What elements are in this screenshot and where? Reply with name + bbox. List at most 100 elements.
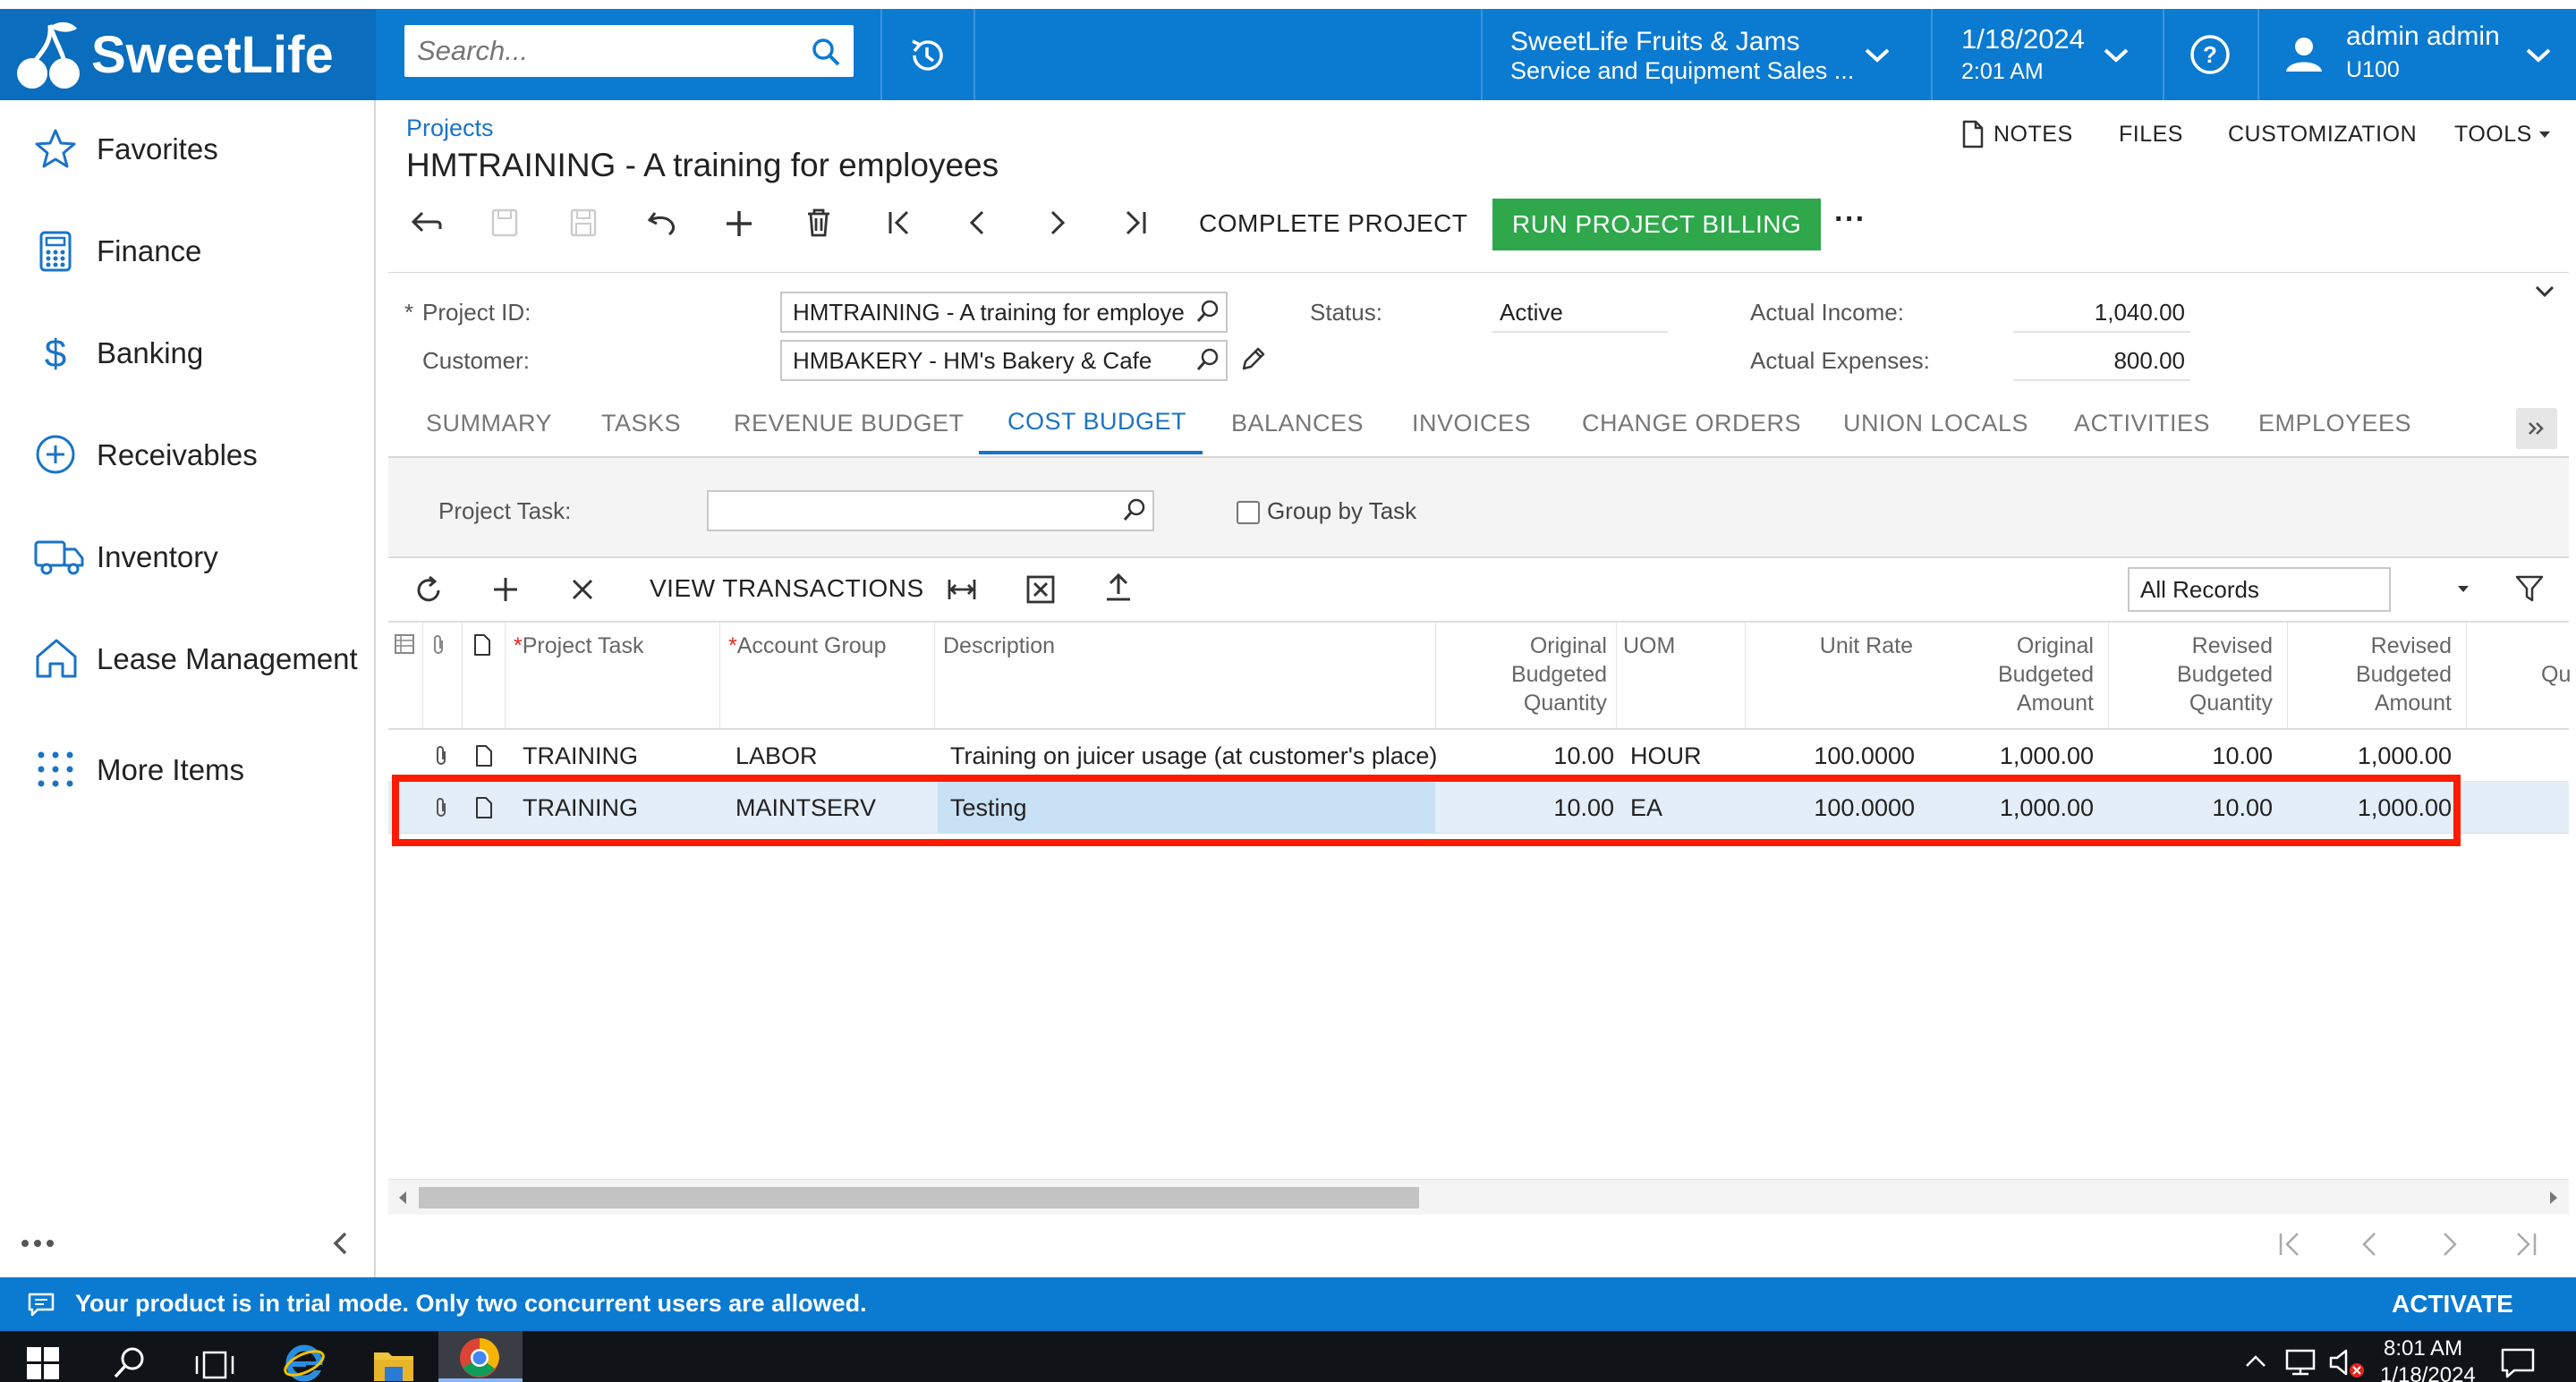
delete-row-icon[interactable] (571, 578, 594, 601)
last-record-icon[interactable] (1122, 209, 1149, 236)
tools-menu[interactable]: TOOLS (2454, 122, 2550, 148)
next-page-icon[interactable] (2437, 1231, 2461, 1258)
delete-icon[interactable] (805, 208, 832, 238)
app-logo[interactable]: SweetLife (0, 9, 376, 100)
col-header-revised-budgeted-amount[interactable]: Revised Budgeted Amount (2289, 632, 2452, 717)
records-filter-select[interactable]: All Records (2128, 567, 2391, 612)
col-header-revised-budgeted-quantity[interactable]: Revised Budgeted Quantity (2110, 632, 2273, 717)
horizontal-scrollbar[interactable] (388, 1179, 2569, 1215)
chevron-up-icon[interactable] (2244, 1354, 2267, 1369)
first-page-icon[interactable] (2276, 1231, 2303, 1258)
search-box[interactable] (404, 25, 854, 77)
notification-icon[interactable] (2500, 1347, 2536, 1379)
add-row-icon[interactable] (492, 576, 519, 603)
col-header-original-budgeted-quantity[interactable]: Original Budgeted Quantity (1442, 632, 1607, 717)
chevron-down-icon[interactable] (2525, 47, 2552, 64)
fit-columns-icon[interactable] (947, 578, 977, 601)
tab-cost-budget[interactable]: COST BUDGET (1007, 408, 1186, 436)
col-header-original-budgeted-amount[interactable]: Original Budgeted Amount (1931, 632, 2094, 717)
volume-muted-icon[interactable] (2328, 1347, 2366, 1379)
sidebar-item-lease-management[interactable]: Lease Management (0, 610, 376, 699)
search-icon[interactable] (811, 37, 841, 67)
date-selector[interactable]: 1/18/2024 2:01 AM (1961, 23, 2085, 85)
prev-page-icon[interactable] (2359, 1231, 2382, 1258)
sidebar-item-banking[interactable]: $ Banking (0, 304, 376, 394)
tab-union-locals[interactable]: UNION LOCALS (1843, 410, 2028, 437)
scroll-right-icon[interactable] (2548, 1191, 2559, 1205)
activate-button[interactable]: ACTIVATE (2392, 1290, 2513, 1318)
clock-time[interactable]: 8:01 AM (2384, 1336, 2462, 1361)
chrome-taskbar-item[interactable] (438, 1331, 523, 1382)
search-input[interactable] (404, 25, 780, 77)
cell-account-group[interactable]: LABOR (735, 742, 818, 770)
project-task-filter-field[interactable] (707, 490, 1154, 531)
breadcrumb[interactable]: Projects (406, 114, 494, 142)
user-avatar-icon[interactable] (2284, 34, 2324, 73)
sidebar-item-favorites[interactable]: Favorites (0, 100, 376, 190)
attachment-icon[interactable] (433, 744, 449, 767)
edit-pencil-icon[interactable] (1240, 345, 1267, 372)
files-link[interactable]: FILES (2119, 122, 2183, 148)
row-selector-icon[interactable] (394, 633, 415, 655)
add-icon[interactable] (725, 209, 753, 238)
lookup-icon[interactable] (1195, 299, 1220, 324)
complete-project-button[interactable]: COMPLETE PROJECT (1199, 209, 1467, 238)
project-id-field[interactable]: HMTRAINING - A training for employe (780, 292, 1228, 333)
tab-balances[interactable]: BALANCES (1231, 410, 1364, 437)
undo-icon[interactable] (646, 209, 678, 236)
internet-explorer-icon[interactable] (283, 1342, 326, 1382)
tab-tasks[interactable]: TASKS (601, 410, 681, 437)
cell-original-budgeted-quantity[interactable]: 10.00 (1480, 742, 1614, 770)
network-icon[interactable] (2283, 1347, 2319, 1378)
tab-revenue-budget[interactable]: REVENUE BUDGET (734, 410, 965, 437)
customization-link[interactable]: CUSTOMIZATION (2228, 122, 2417, 148)
cell-description[interactable]: Training on juicer usage (at customer's … (950, 742, 1437, 770)
next-record-icon[interactable] (1045, 209, 1068, 236)
col-header-unit-rate[interactable]: Unit Rate (1752, 632, 1913, 660)
cell-original-budgeted-amount[interactable]: 1,000.00 (1945, 742, 2094, 770)
tab-change-orders[interactable]: CHANGE ORDERS (1582, 410, 1801, 437)
scroll-left-icon[interactable] (397, 1191, 408, 1205)
collapse-sidebar-icon[interactable] (331, 1231, 351, 1256)
view-transactions-button[interactable]: VIEW TRANSACTIONS (650, 574, 924, 603)
sidebar-item-receivables[interactable]: Receivables (0, 406, 376, 496)
history-icon[interactable] (905, 34, 948, 77)
ellipsis-icon[interactable] (20, 1238, 55, 1249)
chevron-down-icon[interactable] (1864, 47, 1891, 64)
col-header-partial[interactable]: Qu (2541, 660, 2571, 689)
col-header-project-task[interactable]: *Project Task (514, 632, 643, 660)
tab-employees[interactable]: EMPLOYEES (2258, 410, 2411, 437)
collapse-form-icon[interactable] (2534, 284, 2555, 299)
customer-field[interactable]: HMBAKERY - HM's Bakery & Cafe (780, 340, 1228, 381)
back-icon[interactable] (410, 209, 444, 236)
lookup-icon[interactable] (1195, 347, 1220, 372)
tab-invoices[interactable]: INVOICES (1412, 410, 1531, 437)
more-actions-button[interactable]: ··· (1834, 202, 1866, 237)
refresh-icon[interactable] (413, 574, 444, 605)
last-page-icon[interactable] (2512, 1231, 2539, 1258)
col-header-description[interactable]: Description (943, 632, 1055, 660)
help-icon[interactable]: ? (2189, 34, 2231, 75)
user-menu[interactable]: admin admin U100 (2346, 21, 2500, 83)
sidebar-item-finance[interactable]: Finance (0, 202, 376, 292)
file-explorer-icon[interactable] (372, 1345, 415, 1382)
tenant-selector[interactable]: SweetLife Fruits & Jams Service and Equi… (1510, 27, 1886, 85)
cell-unit-rate[interactable]: 100.0000 (1766, 742, 1915, 770)
search-icon[interactable] (113, 1345, 147, 1379)
export-excel-icon[interactable] (1025, 574, 1056, 605)
chevron-down-icon[interactable] (2103, 47, 2130, 64)
sidebar-item-more-items[interactable]: More Items (0, 721, 376, 810)
caret-down-icon[interactable] (2457, 585, 2470, 594)
note-icon[interactable] (474, 744, 494, 767)
first-record-icon[interactable] (886, 209, 913, 236)
cell-revised-budgeted-quantity[interactable]: 10.00 (2124, 742, 2273, 770)
sidebar-item-inventory[interactable]: Inventory (0, 508, 376, 598)
clock-date[interactable]: 1/18/2024 (2380, 1363, 2476, 1382)
tab-activities[interactable]: ACTIVITIES (2074, 410, 2210, 437)
windows-start-icon[interactable] (27, 1347, 59, 1379)
scrollbar-thumb[interactable] (419, 1187, 1419, 1208)
col-header-account-group[interactable]: *Account Group (728, 632, 887, 660)
tab-scroll-right-button[interactable] (2516, 408, 2557, 449)
upload-icon[interactable] (1104, 572, 1133, 603)
prev-record-icon[interactable] (966, 209, 990, 236)
